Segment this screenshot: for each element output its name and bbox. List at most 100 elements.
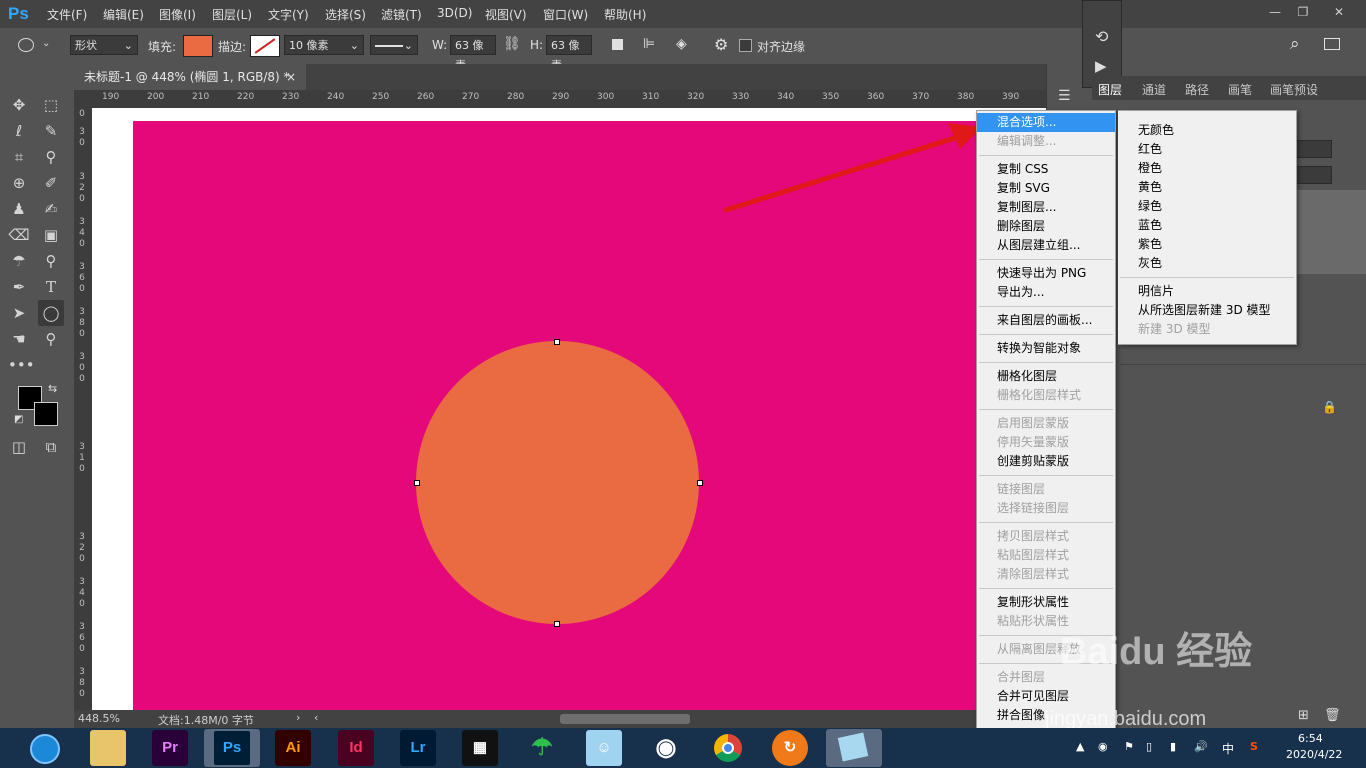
battery-tray-icon[interactable]: ▯ xyxy=(1146,740,1152,753)
quick-mask-icon[interactable]: ◫ xyxy=(8,436,30,458)
menu-copy-svg[interactable]: 复制 SVG xyxy=(977,179,1115,198)
menu-yellow[interactable]: 黄色 xyxy=(1118,178,1296,197)
menu-convert-smart-object[interactable]: 转换为智能对象 xyxy=(977,339,1115,358)
menu-image[interactable]: 图像(I) xyxy=(159,6,196,23)
volume-tray-icon[interactable]: 🔊 xyxy=(1194,740,1208,753)
search-icon[interactable]: ⌕ xyxy=(1290,34,1300,54)
menu-green[interactable]: 绿色 xyxy=(1118,197,1296,216)
close-tab-icon[interactable]: × xyxy=(286,64,296,90)
minimize-icon[interactable]: — xyxy=(1262,2,1288,24)
sogou-tray-icon[interactable]: S xyxy=(1250,740,1258,753)
path-selection-tool-icon[interactable]: ➤ xyxy=(8,302,30,324)
photoshop-taskbar-active[interactable]: Ps xyxy=(204,729,260,767)
path-operations-icon[interactable] xyxy=(612,39,623,50)
default-colors-icon[interactable]: ◩ xyxy=(14,414,23,425)
ellipse-tool-icon[interactable]: ◯ xyxy=(38,300,64,326)
qq-icon[interactable]: ◉ xyxy=(648,730,684,766)
restore-icon[interactable]: ❐ xyxy=(1290,2,1316,24)
clock-date[interactable]: 2020/4/22 xyxy=(1286,748,1342,761)
menu-violet[interactable]: 紫色 xyxy=(1118,235,1296,254)
eraser-tool-icon[interactable]: ⌫ xyxy=(8,224,30,246)
anchor-point-bottom[interactable] xyxy=(554,621,560,627)
menu-help[interactable]: 帮助(H) xyxy=(604,6,646,23)
menu-window[interactable]: 窗口(W) xyxy=(543,6,588,23)
screen-mode-icon[interactable]: ⧉ xyxy=(40,436,62,458)
menu-merge-visible[interactable]: 合并可见图层 xyxy=(977,687,1115,706)
blur-tool-icon[interactable]: ☂ xyxy=(8,250,30,272)
menu-gray[interactable]: 灰色 xyxy=(1118,254,1296,273)
marquee-tool-icon[interactable]: ⬚ xyxy=(40,94,62,116)
menu-blue[interactable]: 蓝色 xyxy=(1118,216,1296,235)
notes-app-active[interactable] xyxy=(826,729,882,767)
menu-select-linked-layers[interactable]: 选择链接图层 xyxy=(977,499,1115,518)
cat-app-icon[interactable]: ☺ xyxy=(586,730,622,766)
menu-blending-options[interactable]: 混合选项... xyxy=(977,113,1115,132)
opacity-field[interactable] xyxy=(1294,140,1332,158)
panel-options-icon[interactable]: ☰ xyxy=(1058,88,1071,104)
umbrella-app-icon[interactable]: ☂ xyxy=(524,730,560,766)
menu-export-as[interactable]: 导出为... xyxy=(977,283,1115,302)
play-icon[interactable]: ▶ xyxy=(1095,57,1107,75)
gear-icon[interactable]: ⚙ xyxy=(714,35,728,54)
menu-layer[interactable]: 图层(L) xyxy=(212,6,252,23)
lightroom-icon[interactable]: Lr xyxy=(400,730,436,766)
height-input[interactable]: 63 像素 xyxy=(546,35,592,72)
brush-tool-icon[interactable]: ✐ xyxy=(40,172,62,194)
clock-time[interactable]: 6:54 xyxy=(1298,732,1323,745)
anchor-point-left[interactable] xyxy=(414,480,420,486)
trash-icon[interactable]: 🗑 xyxy=(1324,708,1341,723)
more-tools-icon[interactable]: ••• xyxy=(8,354,35,376)
ellipse-tool-preset-icon[interactable] xyxy=(18,38,34,52)
align-edges-checkbox[interactable] xyxy=(739,39,752,52)
menu-copy-shape-attributes[interactable]: 复制形状属性 xyxy=(977,593,1115,612)
stroke-color-swatch[interactable] xyxy=(250,35,280,57)
menu-red[interactable]: 红色 xyxy=(1118,140,1296,159)
menu-paste-layer-style[interactable]: 粘贴图层样式 xyxy=(977,546,1115,565)
tab-paths[interactable]: 路径 xyxy=(1185,81,1209,98)
path-arrangement-icon[interactable]: ◈ xyxy=(676,36,687,52)
document-tab[interactable]: 未标题-1 @ 448% (椭圆 1, RGB/8) * × xyxy=(74,64,306,90)
zoom-level[interactable]: 448.5% xyxy=(78,712,120,725)
video-editor-icon[interactable]: ▦ xyxy=(462,730,498,766)
indesign-icon[interactable]: Id xyxy=(338,730,374,766)
new-layer-icon[interactable]: ⊞ xyxy=(1298,708,1309,723)
menu-orange[interactable]: 橙色 xyxy=(1118,159,1296,178)
fill-field[interactable] xyxy=(1294,166,1332,184)
start-button-icon[interactable] xyxy=(30,734,60,764)
tab-brush-presets[interactable]: 画笔预设 xyxy=(1270,81,1318,98)
lasso-tool-icon[interactable]: ℓ xyxy=(8,120,30,142)
tab-layers[interactable]: 图层 xyxy=(1098,81,1122,98)
network-tray-icon[interactable]: ▮ xyxy=(1170,740,1176,753)
menu-edit[interactable]: 编辑(E) xyxy=(103,6,144,23)
menu-new-3d-from-selected[interactable]: 从所选图层新建 3D 模型 xyxy=(1118,301,1296,320)
illustrator-icon[interactable]: Ai xyxy=(275,730,311,766)
crop-tool-icon[interactable]: ⌗ xyxy=(8,146,30,168)
menu-group-from-layers[interactable]: 从图层建立组... xyxy=(977,236,1115,255)
path-alignment-icon[interactable]: ⊫ xyxy=(643,36,655,52)
premiere-icon[interactable]: Pr xyxy=(152,730,188,766)
menu-type[interactable]: 文字(Y) xyxy=(268,6,309,23)
history-brush-tool-icon[interactable]: ✍ xyxy=(40,198,62,220)
menu-clear-layer-style[interactable]: 清除图层样式 xyxy=(977,565,1115,584)
chevron-down-icon[interactable]: ⌄ xyxy=(42,38,50,49)
move-tool-icon[interactable]: ✥ xyxy=(8,94,30,116)
close-icon[interactable]: ✕ xyxy=(1326,2,1352,24)
chrome-icon[interactable] xyxy=(710,730,746,766)
menu-edit-adjustment[interactable]: 编辑调整... xyxy=(977,132,1115,151)
ime-indicator[interactable]: 中 xyxy=(1222,740,1234,757)
stroke-width-select[interactable]: 10 像素 ⌄ xyxy=(284,35,364,55)
zoom-tool-icon[interactable]: ⚲ xyxy=(40,328,62,350)
gradient-tool-icon[interactable]: ▣ xyxy=(40,224,62,246)
link-icon[interactable]: ⛓ xyxy=(503,36,521,52)
tab-brushes[interactable]: 画笔 xyxy=(1228,81,1252,98)
pen-tool-icon[interactable]: ✒ xyxy=(8,276,30,298)
horizontal-scrollbar-thumb[interactable] xyxy=(560,714,690,724)
fill-color-swatch[interactable] xyxy=(183,35,213,57)
anchor-point-top[interactable] xyxy=(554,339,560,345)
dodge-tool-icon[interactable]: ⚲ xyxy=(40,250,62,272)
qq-tray-icon[interactable]: ◉ xyxy=(1098,740,1108,753)
menu-rasterize-layer-style[interactable]: 栅格化图层样式 xyxy=(977,386,1115,405)
menu-quick-export-png[interactable]: 快速导出为 PNG xyxy=(977,264,1115,283)
menu-file[interactable]: 文件(F) xyxy=(47,6,87,23)
healing-brush-tool-icon[interactable]: ⊕ xyxy=(8,172,30,194)
